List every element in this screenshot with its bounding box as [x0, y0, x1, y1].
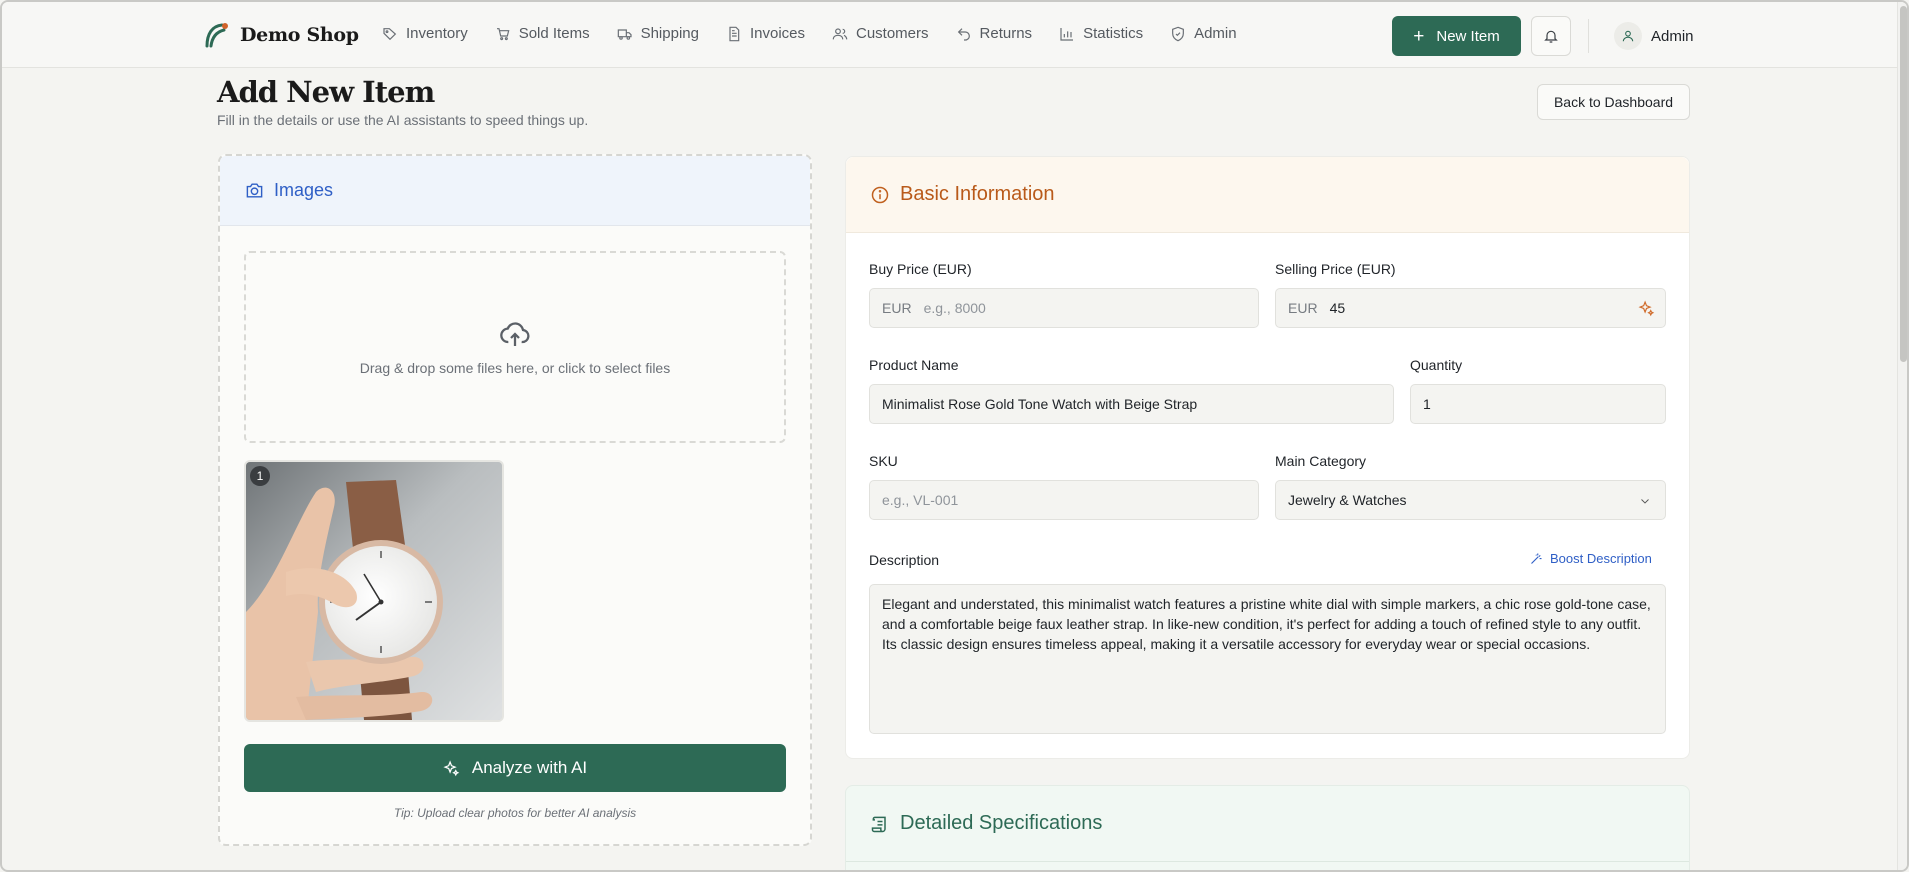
nav-item-admin[interactable]: Admin [1170, 25, 1237, 42]
product-name-input[interactable]: Minimalist Rose Gold Tone Watch with Bei… [869, 384, 1394, 424]
bar-chart-icon [1060, 27, 1074, 41]
user-name: Admin [1651, 27, 1694, 45]
upload-tip: Tip: Upload clear photos for better AI a… [393, 806, 637, 820]
return-icon [957, 27, 970, 41]
nav-item-sold-items[interactable]: Sold Items [495, 25, 590, 42]
selling-price-input[interactable]: EUR 45 [1275, 288, 1666, 328]
cart-icon [496, 27, 510, 40]
boost-description-button[interactable]: Boost Description [1529, 551, 1652, 566]
new-item-button[interactable]: + New Item [1392, 16, 1521, 56]
detailed-specifications-title: Detailed Specifications [900, 812, 1103, 834]
image-thumbnail[interactable]: 1 [244, 460, 504, 722]
quantity-input[interactable]: 1 [1410, 384, 1666, 424]
description-textarea[interactable]: Elegant and understated, this minimalist… [869, 584, 1666, 734]
quantity-label: Quantity [1410, 357, 1463, 373]
nav-label: Invoices [749, 25, 805, 42]
upload-cloud-icon [500, 322, 530, 346]
thumbnail-index-badge: 1 [250, 466, 270, 486]
description-label: Description [869, 552, 940, 568]
brand-name: Demo Shop [240, 24, 359, 46]
sparkles-icon [443, 759, 460, 776]
ai-sparkle-icon[interactable] [1638, 300, 1655, 317]
images-card: Images Drag & drop some files here, or c… [218, 154, 812, 846]
main-category-value: Jewelry & Watches [1288, 492, 1407, 508]
chevron-down-icon [1641, 499, 1649, 504]
document-icon [729, 26, 740, 41]
plus-icon: + [1413, 25, 1425, 47]
images-card-header: Images [220, 156, 810, 226]
new-item-label: New Item [1436, 27, 1500, 45]
basic-information-card: Basic Information Buy Price (EUR) EUR e.… [845, 156, 1690, 759]
sku-label: SKU [869, 453, 898, 469]
magic-wand-icon [1531, 553, 1542, 564]
nav-item-inventory[interactable]: Inventory [382, 25, 468, 42]
main-category-label: Main Category [1275, 453, 1367, 469]
user-icon [1622, 30, 1634, 42]
images-card-title: Images [274, 180, 334, 200]
info-icon [871, 186, 889, 203]
nav-label: Admin [1194, 25, 1237, 42]
basic-information-title: Basic Information [900, 183, 1055, 205]
bell-icon [1544, 30, 1558, 43]
nav-label: Sold Items [518, 25, 590, 42]
sku-placeholder: e.g., VL-001 [882, 492, 959, 508]
selling-price-label: Selling Price (EUR) [1275, 261, 1396, 277]
nav-item-invoices[interactable]: Invoices [726, 25, 805, 42]
back-to-dashboard-button[interactable]: Back to Dashboard [1537, 84, 1690, 120]
nav-item-customers[interactable]: Customers [832, 25, 929, 42]
boost-description-label: Boost Description [1550, 551, 1652, 566]
buy-price-label: Buy Price (EUR) [869, 261, 972, 277]
dropzone-text: Drag & drop some files here, or click to… [359, 360, 671, 376]
nav-item-statistics[interactable]: Statistics [1059, 25, 1143, 42]
basic-information-header: Basic Information [846, 157, 1689, 233]
analyze-with-ai-button[interactable]: Analyze with AI [244, 744, 786, 792]
main-nav: Inventory Sold Items Shipping Invoices C… [382, 25, 1264, 42]
buy-price-placeholder: e.g., 8000 [923, 300, 986, 316]
brand-logo-icon [205, 23, 228, 48]
app-window: Demo Shop Inventory Sold Items Shipping … [0, 0, 1909, 872]
brand[interactable]: Demo Shop [202, 20, 359, 50]
nav-item-returns[interactable]: Returns [956, 25, 1033, 42]
nav-label: Returns [979, 25, 1033, 42]
detailed-specifications-card: Detailed Specifications [845, 785, 1690, 870]
truck-icon [617, 28, 632, 40]
notifications-button[interactable] [1531, 16, 1571, 56]
buy-price-input[interactable]: EUR e.g., 8000 [869, 288, 1259, 328]
users-icon [832, 27, 848, 39]
shield-icon [1172, 26, 1185, 41]
main-category-select[interactable]: Jewelry & Watches [1275, 480, 1666, 520]
file-dropzone[interactable]: Drag & drop some files here, or click to… [244, 251, 786, 443]
product-name-label: Product Name [869, 357, 959, 373]
watch-photo [246, 462, 502, 720]
selling-price-value: 45 [1329, 300, 1346, 316]
camera-icon [246, 183, 263, 198]
top-navbar: Demo Shop Inventory Sold Items Shipping … [2, 2, 1907, 68]
page-scrollbar[interactable] [1897, 2, 1907, 870]
sku-input[interactable]: e.g., VL-001 [869, 480, 1259, 520]
nav-label: Shipping [640, 25, 699, 42]
nav-item-shipping[interactable]: Shipping [617, 25, 699, 42]
currency-prefix: EUR [1288, 300, 1318, 316]
tag-icon [383, 27, 397, 40]
analyze-label: Analyze with AI [471, 758, 588, 777]
page-subtitle: Fill in the details or use the AI assist… [217, 112, 589, 128]
nav-label: Inventory [406, 25, 468, 42]
page-title: Add New Item [217, 75, 435, 109]
quantity-value: 1 [1423, 396, 1431, 412]
header-divider [1588, 19, 1589, 53]
user-menu[interactable]: Admin [1614, 22, 1694, 50]
avatar [1614, 22, 1642, 50]
scroll-icon [871, 816, 886, 832]
scrollbar-thumb[interactable] [1900, 6, 1907, 362]
currency-prefix: EUR [882, 300, 912, 316]
detailed-specifications-header: Detailed Specifications [846, 786, 1689, 862]
product-name-value: Minimalist Rose Gold Tone Watch with Bei… [882, 396, 1198, 412]
nav-label: Customers [856, 25, 929, 42]
nav-label: Statistics [1083, 25, 1144, 42]
